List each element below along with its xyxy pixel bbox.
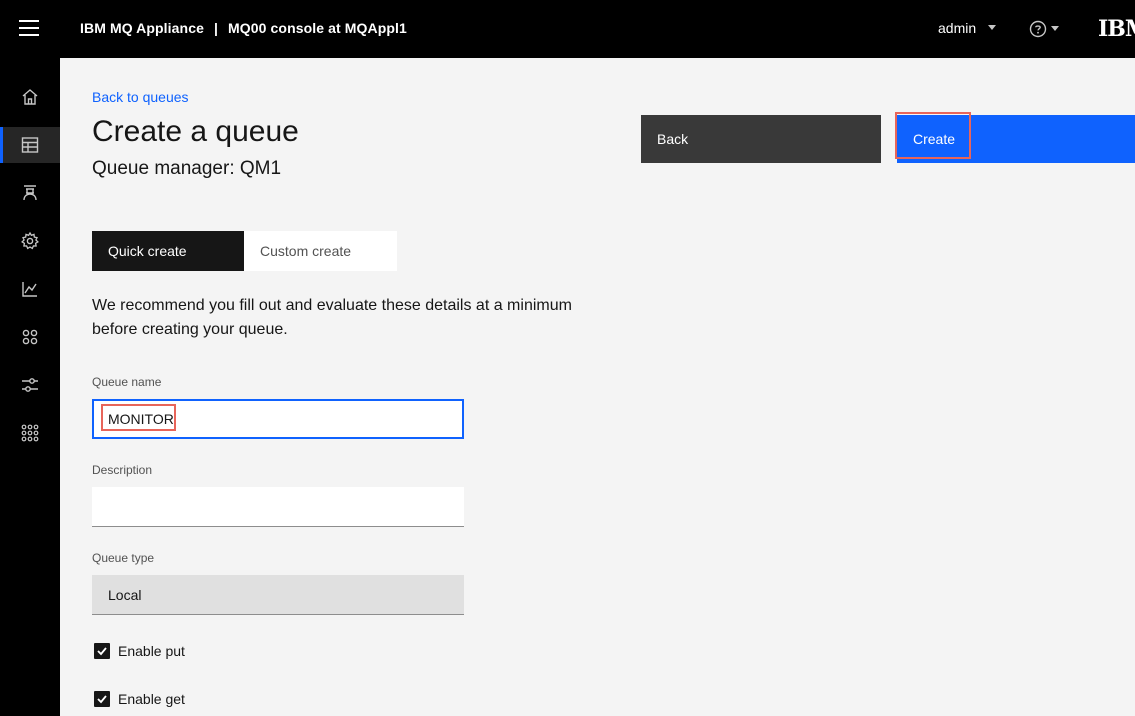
- grid-dots-icon: [21, 424, 39, 442]
- top-header: IBM MQ Appliance | MQ00 console at MQAppl1…: [0, 0, 1135, 58]
- tab-custom-create[interactable]: Custom create: [244, 231, 397, 271]
- description-label: Description: [92, 463, 153, 477]
- checkbox-checked-icon[interactable]: [94, 691, 110, 707]
- page-title: Create a queue: [92, 115, 299, 148]
- nav-item-settings[interactable]: [0, 223, 60, 259]
- queue-name-input[interactable]: MONITOR: [92, 399, 464, 439]
- help-icon[interactable]: [1029, 20, 1047, 38]
- text-cursor: [174, 411, 176, 427]
- broker-icon: [23, 185, 37, 201]
- sliders-icon: [22, 378, 38, 392]
- product-name: IBM MQ Appliance: [80, 20, 204, 36]
- nav-item-home[interactable]: [0, 79, 60, 115]
- enable-put-checkbox[interactable]: Enable put: [92, 641, 185, 661]
- back-to-queues-link[interactable]: Back to queues: [92, 89, 189, 105]
- queue-type-label: Queue type: [92, 551, 155, 565]
- queue-type-select[interactable]: Local: [92, 575, 464, 615]
- home-icon: [22, 89, 38, 105]
- apps-icon: [22, 329, 38, 345]
- nav-item-remote[interactable]: [0, 175, 60, 211]
- nav-item-network[interactable]: [0, 415, 60, 451]
- nav-item-applications[interactable]: [0, 319, 60, 355]
- nav-item-configuration[interactable]: [0, 367, 60, 403]
- enable-put-label: Enable put: [118, 643, 185, 659]
- create-button[interactable]: Create: [897, 115, 1135, 163]
- tab-quick-create[interactable]: Quick create: [92, 231, 244, 271]
- queue-name-value: MONITOR: [108, 411, 174, 427]
- queue-name-label: Queue name: [92, 375, 162, 389]
- user-menu[interactable]: admin: [938, 20, 976, 36]
- table-icon: [21, 137, 39, 153]
- intro-text: We recommend you fill out and evaluate t…: [92, 297, 572, 338]
- back-button[interactable]: Back: [641, 115, 881, 163]
- title-separator: |: [213, 20, 219, 36]
- chevron-down-icon[interactable]: [1051, 26, 1059, 31]
- chart-line-icon: [22, 282, 37, 297]
- description-input[interactable]: [92, 487, 464, 527]
- console-name: MQ00 console at MQAppl1: [228, 20, 407, 36]
- ibm-logo: IBM: [1098, 16, 1135, 42]
- enable-get-label: Enable get: [118, 691, 185, 707]
- nav-item-queue-managers[interactable]: [0, 127, 60, 163]
- chevron-down-icon[interactable]: [988, 25, 996, 30]
- nav-item-statistics[interactable]: [0, 271, 60, 307]
- queue-manager-label: Queue manager: QM1: [92, 158, 282, 179]
- menu-icon[interactable]: [19, 20, 39, 36]
- checkbox-checked-icon[interactable]: [94, 643, 110, 659]
- side-navigation: [0, 58, 60, 716]
- enable-get-checkbox[interactable]: Enable get: [92, 689, 185, 709]
- app-title: IBM MQ Appliance | MQ00 console at MQAppl1: [80, 20, 407, 36]
- gear-icon: [21, 231, 39, 250]
